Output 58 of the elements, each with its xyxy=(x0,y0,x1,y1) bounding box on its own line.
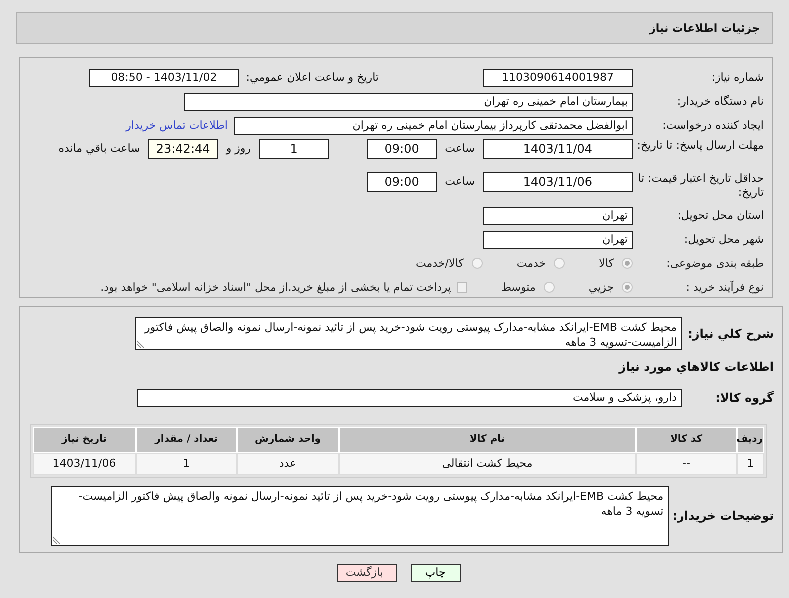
field-label: شهر محل تحویل: xyxy=(683,232,765,246)
column-header: کد کالا xyxy=(636,427,737,453)
section-heading: اطلاعات کالاهاي مورد نیاز xyxy=(618,360,775,374)
goods-group-field: دارو، پزشکی و سلامت xyxy=(137,389,682,407)
province-field: تهران xyxy=(483,206,633,224)
field-label: طبقه بندی موضوعی: xyxy=(666,256,765,270)
deadline-time-field: 09:00 xyxy=(367,139,438,159)
table-cell: 1 xyxy=(737,453,764,475)
validity-date-field: 1403/11/06 xyxy=(483,172,633,192)
print-button[interactable]: چاپ xyxy=(410,564,460,582)
column-header: واحد شمارش xyxy=(237,427,339,453)
buyer-contact-link[interactable]: اطلاعات تماس خریدار xyxy=(126,119,228,132)
field-label: توضیحات خریدار: xyxy=(672,509,775,523)
table-cell: عدد xyxy=(237,453,339,475)
column-header: نام کالا xyxy=(339,427,636,453)
requester-field: ابوالفضل محمدتقی کارپرداز بیمارستان امام خمینی ره تهران xyxy=(234,116,633,134)
checkbox[interactable] xyxy=(457,282,468,293)
deadline-date-field: 1403/11/04 xyxy=(483,139,633,159)
field-label: تاریخ و ساعت اعلان عمومي: xyxy=(246,71,379,84)
table-cell: محیط کشت انتقالی xyxy=(339,453,636,475)
table-cell: 1403/11/06 xyxy=(33,453,136,475)
field-label: شرح کلي نیاز: xyxy=(687,326,775,340)
remaining-label: ساعت باقي مانده xyxy=(58,141,140,157)
column-header: ردیف xyxy=(737,427,764,453)
buyer-notes-box: محیط کشت EMB-ایرانکد مشابه-مدارک پیوستی رویت شود-خرید پس از تائید نمونه-ارسال نمونه والصاق پیش فاکتور الزامیست-تسویه 3 ماهه xyxy=(50,486,669,546)
back-button[interactable]: بازگشت xyxy=(336,564,396,582)
buyer-org-field: بیمارستان امام خمینی ره تهران xyxy=(184,92,633,110)
field-label: حداقل تاریخ اعتبار قیمت: تا تاریخ: xyxy=(637,172,765,200)
purchase-type-radio[interactable]: متوسط xyxy=(501,281,555,294)
description-box: محیط کشت EMB-ایرانکد مشابه-مدارک پیوستی رویت شود-خرید پس از تائید نمونه-ارسال نمونه والصاق پیش فاکتور الزامیست-تسویه 3 ماهه xyxy=(135,317,682,350)
field-label: مهلت ارسال پاسخ: تا تاریخ: xyxy=(636,139,765,153)
countdown-field: 23:42:44 xyxy=(148,139,218,159)
announce-date-field: 1403/11/02 - 08:50 xyxy=(89,68,240,86)
field-label: نام دستگاه خریدار: xyxy=(676,94,765,108)
field-label: ایجاد کننده درخواست: xyxy=(662,118,765,132)
days-field: 1 xyxy=(259,139,330,159)
resize-grip-icon[interactable] xyxy=(137,340,145,348)
column-header: تاریخ نیاز xyxy=(33,427,136,453)
category-radio[interactable]: کالا/خدمت xyxy=(416,257,483,270)
category-radio[interactable]: خدمت xyxy=(516,257,566,270)
field-label: شماره نیاز: xyxy=(710,70,765,84)
payment-label: پرداخت تمام یا بخشی از مبلغ خرید.از محل "اسناد خزانه اسلامی" خواهد بود. xyxy=(100,281,452,294)
days-label: روز و xyxy=(226,141,252,157)
purchase-type-radio[interactable]: جزیي xyxy=(588,281,633,294)
field-label: گروه کالا: xyxy=(714,391,775,405)
column-header: تعداد / مقدار xyxy=(136,427,237,453)
category-radio[interactable]: کالا xyxy=(599,257,633,270)
time-label: ساعت xyxy=(445,141,475,157)
resize-grip-icon[interactable] xyxy=(52,536,61,544)
table-cell: -- xyxy=(636,453,737,475)
city-field: تهران xyxy=(483,230,633,248)
table-cell: 1 xyxy=(136,453,237,475)
page-title: جزئیات اطلاعات نیاز xyxy=(650,22,760,34)
need-number-field: 1103090614001987 xyxy=(483,68,633,86)
field-label: استان محل تحویل: xyxy=(676,208,765,222)
field-label: نوع فرآیند خرید : xyxy=(685,280,765,294)
validity-time-field: 09:00 xyxy=(367,172,438,192)
time-label: ساعت xyxy=(445,174,475,190)
